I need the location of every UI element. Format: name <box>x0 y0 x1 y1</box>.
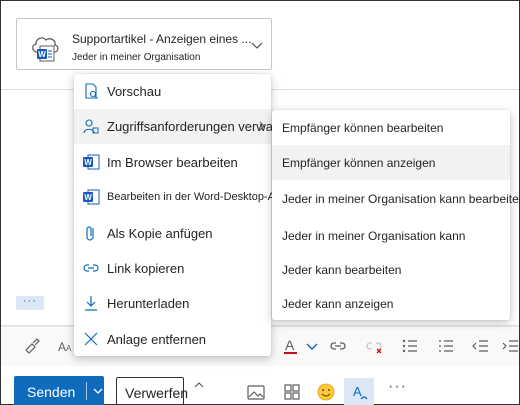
divider <box>86 382 87 400</box>
menu-item-download[interactable]: Herunterladen <box>74 286 271 321</box>
show-more-button[interactable]: ··· <box>16 296 44 310</box>
chevron-up-icon[interactable] <box>192 378 206 392</box>
submenu-item-label: Jeder kann bearbeiten <box>282 263 402 277</box>
svg-text:W: W <box>84 193 92 202</box>
bullet-list-icon[interactable] <box>400 336 420 356</box>
manage-access-icon <box>83 119 99 134</box>
insert-picture-icon[interactable] <box>246 382 266 402</box>
svg-text:W: W <box>84 158 92 167</box>
menu-item-label: Als Kopie anfügen <box>107 226 213 241</box>
paperclip-icon <box>86 226 94 241</box>
attachment-permission: Jeder in meiner Organisation <box>72 52 201 63</box>
increase-indent-icon[interactable] <box>500 336 520 356</box>
menu-item-remove-attachment[interactable]: Anlage entfernen <box>74 322 271 357</box>
insert-link-icon[interactable] <box>328 336 348 356</box>
menu-item-label: Herunterladen <box>107 296 190 311</box>
menu-item-edit-in-browser[interactable]: W Im Browser bearbeiten <box>74 145 271 180</box>
menu-item-attach-as-copy[interactable]: Als Kopie anfügen <box>74 216 271 251</box>
attachment-card[interactable]: W Supportartikel - Anzeigen eines ... Je… <box>16 18 272 70</box>
chevron-down-icon[interactable] <box>302 336 322 356</box>
svg-text:W: W <box>38 50 46 59</box>
discard-button[interactable]: Verwerfen <box>116 377 188 405</box>
word-icon: W <box>83 189 100 205</box>
send-button[interactable]: Senden <box>14 376 104 405</box>
numbered-list-icon[interactable] <box>436 336 456 356</box>
font-color-icon[interactable]: A <box>282 336 302 356</box>
menu-item-label: Link kopieren <box>107 261 185 276</box>
submenu-item-label: Empfänger können bearbeiten <box>282 121 444 135</box>
menu-item-manage-access[interactable]: Zugriffsanforderungen verwalten <box>74 109 294 144</box>
editor-icon[interactable]: A <box>350 382 370 402</box>
svg-text:A: A <box>285 337 295 353</box>
preview-icon <box>85 83 98 99</box>
download-icon <box>85 296 97 311</box>
menu-item-label: Im Browser bearbeiten <box>107 155 238 170</box>
chevron-right-icon <box>259 121 265 131</box>
attachment-title: Supportartikel - Anzeigen eines ... <box>72 32 252 46</box>
attachment-context-menu: Vorschau Zugriffsanforderungen verwalten… <box>74 74 294 357</box>
submenu-item-recipients-can-view[interactable]: Empfänger können anzeigen <box>272 145 510 180</box>
emoji-icon[interactable] <box>316 382 336 402</box>
svg-text:A: A <box>58 340 66 354</box>
close-icon <box>84 332 98 346</box>
svg-text:A: A <box>353 384 362 399</box>
submenu-item-label: Empfänger können anzeigen <box>282 156 436 170</box>
menu-item-label: Vorschau <box>107 84 162 99</box>
apps-icon[interactable] <box>282 382 302 402</box>
word-icon: W <box>83 154 100 170</box>
decrease-indent-icon[interactable] <box>470 336 490 356</box>
menu-item-preview[interactable]: Vorschau <box>74 74 271 109</box>
menu-item-label: Bearbeiten in der Word-Desktop-App <box>107 191 288 203</box>
access-submenu: Empfänger können bearbeiten Empfänger kö… <box>272 110 520 321</box>
submenu-item-label: Jeder kann anzeigen <box>282 297 394 311</box>
link-icon <box>83 264 99 272</box>
submenu-item-org-can-edit[interactable]: Jeder in meiner Organisation kann bearbe… <box>272 181 520 216</box>
menu-item-label: Anlage entfernen <box>107 332 207 347</box>
submenu-item-label: Jeder in meiner Organisation kann <box>282 229 466 243</box>
discard-button-label: Verwerfen <box>125 385 189 401</box>
svg-text:A: A <box>66 344 72 353</box>
more-options-button[interactable]: ··· <box>388 378 407 396</box>
submenu-item-anyone-can-edit[interactable]: Jeder kann bearbeiten <box>272 252 510 287</box>
font-size-icon[interactable]: A A <box>56 336 76 356</box>
word-cloud-icon: W <box>32 37 59 62</box>
remove-link-icon[interactable] <box>364 336 384 356</box>
menu-item-edit-in-desktop-app[interactable]: W Bearbeiten in der Word-Desktop-App <box>74 180 287 215</box>
menu-item-copy-link[interactable]: Link kopieren <box>74 251 271 286</box>
submenu-item-recipients-can-edit[interactable]: Empfänger können bearbeiten <box>272 110 510 145</box>
submenu-item-label: Jeder in meiner Organisation kann bearbe… <box>282 192 520 206</box>
submenu-item-anyone-can-view[interactable]: Jeder kann anzeigen <box>272 286 510 321</box>
submenu-item-org-can-view[interactable]: Jeder in meiner Organisation kann <box>272 218 510 253</box>
chevron-down-icon[interactable] <box>92 385 104 397</box>
send-button-label: Senden <box>27 384 76 400</box>
chevron-down-icon[interactable] <box>249 37 265 53</box>
format-painter-icon[interactable] <box>22 336 42 356</box>
